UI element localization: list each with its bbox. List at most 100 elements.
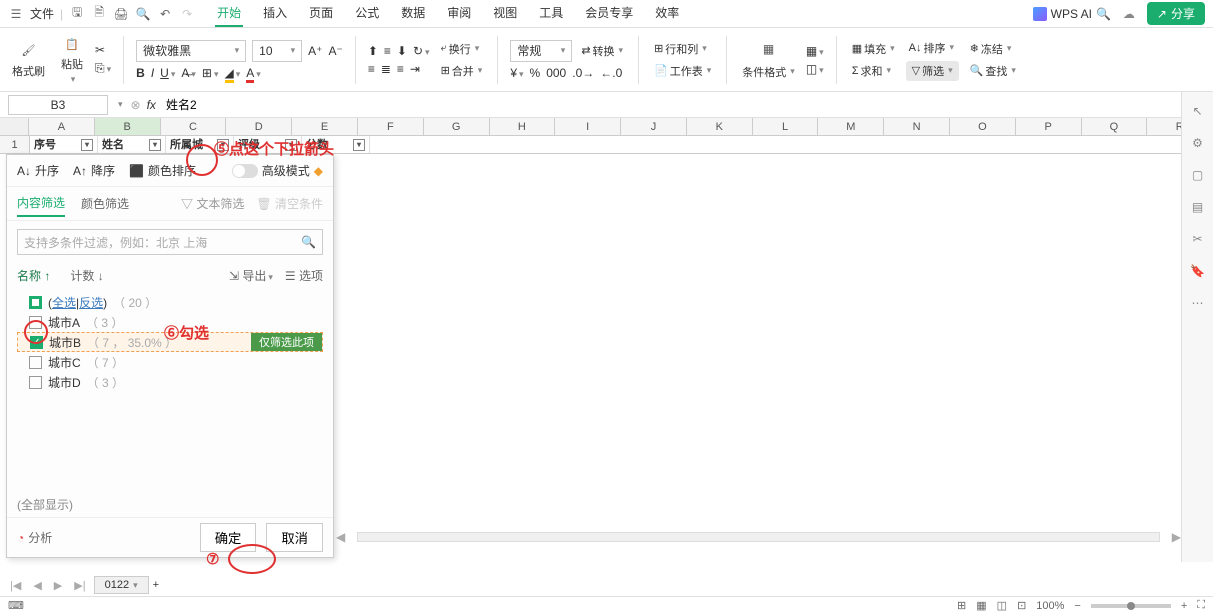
filter-button[interactable]: ▽ 筛选▾ xyxy=(906,61,959,81)
col-header[interactable]: F xyxy=(358,118,424,135)
layers-icon[interactable]: ▤ xyxy=(1189,198,1207,216)
count-column-header[interactable]: 计数 ↓ xyxy=(70,267,103,284)
input-mode-icon[interactable]: ⌨ xyxy=(8,599,24,612)
filter-dropdown-icon[interactable]: ▾ xyxy=(81,139,93,151)
zoom-out-icon[interactable]: − xyxy=(1074,600,1080,612)
col-header[interactable]: A xyxy=(29,118,95,135)
table-style-icon[interactable]: ▦▾ xyxy=(806,44,824,58)
horizontal-scrollbar[interactable]: ◀ ▶ xyxy=(336,530,1181,544)
col-header[interactable]: C xyxy=(161,118,227,135)
col-header[interactable]: N xyxy=(884,118,950,135)
orientation-icon[interactable]: ↻▾ xyxy=(413,44,430,58)
wrap-button[interactable]: ⤶ 换行▾ xyxy=(438,40,486,58)
cell-header[interactable]: 序号▾ xyxy=(30,136,98,153)
tab-view[interactable]: 视图 xyxy=(491,0,519,27)
cell-header[interactable]: 分数▾ xyxy=(302,136,370,153)
bookmark-icon[interactable]: 🔖 xyxy=(1189,262,1207,280)
bold-button[interactable]: B xyxy=(136,66,145,80)
cancel-button[interactable]: 取消 xyxy=(266,523,323,552)
filter-search-input[interactable]: 支持多条件过滤，例如：北京 上海 🔍 xyxy=(17,229,323,255)
border-button[interactable]: ⊞▾ xyxy=(202,66,219,80)
col-header[interactable]: I xyxy=(555,118,621,135)
indent-icon[interactable]: ⇥ xyxy=(410,62,420,76)
panel-icon[interactable]: ▢ xyxy=(1189,166,1207,184)
sheet-nav-next-icon[interactable]: ▶ xyxy=(50,579,66,592)
checkbox-icon[interactable] xyxy=(29,356,42,369)
filter-dropdown-icon[interactable]: ▾ xyxy=(285,139,297,151)
col-header[interactable]: K xyxy=(687,118,753,135)
row-header[interactable]: 1 xyxy=(0,136,30,153)
checkbox-mixed-icon[interactable] xyxy=(29,296,42,309)
comma-icon[interactable]: 000 xyxy=(546,66,566,80)
menu-icon[interactable]: ☰ xyxy=(8,6,24,22)
tab-formula[interactable]: 公式 xyxy=(353,0,381,27)
cell-style-icon[interactable]: ◫▾ xyxy=(806,62,824,76)
filter-dropdown-icon[interactable]: ▾ xyxy=(149,139,161,151)
settings-icon[interactable]: ⚙ xyxy=(1189,134,1207,152)
strike-button[interactable]: A̶▾ xyxy=(181,66,196,80)
filter-item[interactable]: 城市D （ 3 ） xyxy=(17,372,323,392)
text-filter-button[interactable]: ▽ 文本筛选 xyxy=(181,195,244,212)
col-header[interactable]: P xyxy=(1016,118,1082,135)
tools-icon[interactable]: ✂ xyxy=(1189,230,1207,248)
worksheet-button[interactable]: 📄 工作表▾ xyxy=(651,62,714,80)
fullscreen-icon[interactable]: ⛶ xyxy=(1197,599,1205,612)
sheet-nav-prev-icon[interactable]: ◀ xyxy=(29,579,45,592)
freeze-button[interactable]: ❄ 冻结▾ xyxy=(967,40,1019,58)
formula-input[interactable] xyxy=(162,95,1187,115)
filter-item[interactable]: 城市C （ 7 ） xyxy=(17,352,323,372)
sum-button[interactable]: Σ 求和▾ xyxy=(849,62,898,80)
cloud-icon[interactable]: ☁ xyxy=(1123,7,1135,21)
more-icon[interactable]: ⋯ xyxy=(1189,294,1207,312)
select-all-row[interactable]: (全选|反选) （ 20 ） xyxy=(17,292,323,312)
format-painter-button[interactable]: 🖌 格式刷 xyxy=(8,39,49,81)
cond-format-button[interactable]: 条件格式▾ xyxy=(739,63,798,81)
zoom-slider[interactable] xyxy=(1091,604,1171,608)
content-filter-tab[interactable]: 内容筛选 xyxy=(17,190,65,217)
select-tool-icon[interactable]: ↖ xyxy=(1189,102,1207,120)
name-column-header[interactable]: 名称 ↑ xyxy=(17,267,50,284)
sort-button[interactable]: A↓ 排序▾ xyxy=(906,39,959,57)
print-icon[interactable]: 🖨 xyxy=(113,6,129,22)
invert-link[interactable]: 反选 xyxy=(79,296,103,310)
cancel-formula-icon[interactable]: ⊗ xyxy=(131,98,141,112)
decimal-inc-icon[interactable]: .0→ xyxy=(572,66,594,80)
col-header[interactable]: G xyxy=(424,118,490,135)
export-button[interactable]: ⇲ 导出▾ xyxy=(229,267,273,284)
undo-icon[interactable]: ↶ xyxy=(157,6,173,22)
view-split-icon[interactable]: ◫ xyxy=(997,599,1007,612)
redo-icon[interactable]: ↷ xyxy=(179,6,195,22)
clear-condition-button[interactable]: 🗑 清空条件 xyxy=(256,195,323,212)
file-menu[interactable]: 文件 xyxy=(30,5,54,22)
decimal-dec-icon[interactable]: ←.0 xyxy=(600,66,622,80)
scroll-left-icon[interactable]: ◀ xyxy=(336,530,345,544)
col-header[interactable]: D xyxy=(226,118,292,135)
font-color-button[interactable]: A▾ xyxy=(246,66,261,80)
tab-start[interactable]: 开始 xyxy=(215,0,243,27)
align-bottom-icon[interactable]: ⬇ xyxy=(397,44,407,58)
save-as-icon[interactable]: 🗎 xyxy=(91,6,107,22)
filter-item[interactable]: ✓ 城市B （ 7 ， 35.0% ） 仅筛选此项 xyxy=(17,332,323,352)
merge-button[interactable]: ⊞ 合并▾ xyxy=(438,62,486,80)
select-all-corner[interactable] xyxy=(0,118,29,135)
zoom-level[interactable]: 100% xyxy=(1036,600,1064,612)
save-icon[interactable]: 🖫 xyxy=(69,6,85,22)
col-header[interactable]: E xyxy=(292,118,358,135)
cell-header[interactable]: 评级▾ xyxy=(234,136,302,153)
scroll-right-icon[interactable]: ▶ xyxy=(1172,530,1181,544)
select-all-link[interactable]: 全选 xyxy=(52,296,76,310)
sheet-nav-first-icon[interactable]: |◀ xyxy=(6,579,25,592)
view-page-icon[interactable]: ▦ xyxy=(976,599,986,612)
only-this-button[interactable]: 仅筛选此项 xyxy=(251,333,322,351)
sort-asc-button[interactable]: A↓ 升序 xyxy=(17,162,59,179)
wps-ai-button[interactable]: WPS AI 🔍 xyxy=(1033,7,1111,21)
paste-button[interactable]: 📋 粘贴▾ xyxy=(57,32,87,87)
filter-dropdown-icon[interactable]: ▾ xyxy=(353,139,365,151)
cell-header[interactable]: 所属城▾ xyxy=(166,136,234,153)
name-box[interactable]: B3 xyxy=(8,95,108,115)
currency-icon[interactable]: ¥▾ xyxy=(510,66,523,80)
tab-review[interactable]: 审阅 xyxy=(445,0,473,27)
convert-button[interactable]: ⇄ 转换▾ xyxy=(578,42,626,60)
col-header[interactable]: B xyxy=(95,118,161,135)
col-header[interactable]: H xyxy=(490,118,556,135)
